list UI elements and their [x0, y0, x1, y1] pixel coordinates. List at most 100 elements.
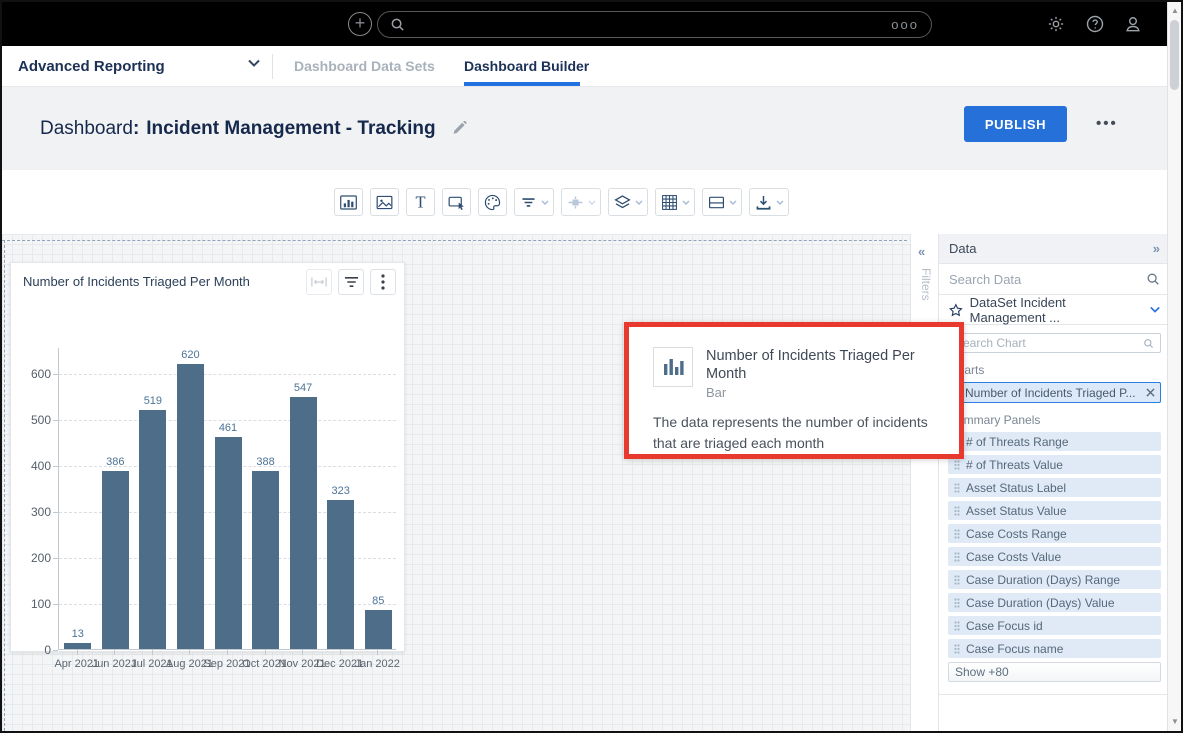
data-panel-header: Data »	[939, 234, 1170, 264]
drag-handle-icon[interactable]	[954, 529, 960, 539]
search-data-input[interactable]: Search Data	[939, 264, 1170, 295]
close-icon[interactable]	[1146, 388, 1155, 397]
bar[interactable]	[252, 471, 279, 649]
summary-panel-item-label: Case Duration (Days) Range	[966, 573, 1120, 587]
summary-panel-item[interactable]: Case Duration (Days) Range	[948, 570, 1161, 589]
bar[interactable]	[102, 471, 129, 649]
chevron-down-icon	[682, 200, 690, 205]
drag-handle-icon[interactable]	[954, 644, 960, 654]
page-scrollbar[interactable]: ▲ ▼	[1167, 2, 1181, 731]
bar[interactable]	[290, 397, 317, 649]
insert-chart-button[interactable]	[334, 188, 363, 216]
edit-pencil-icon[interactable]	[452, 121, 468, 137]
plus-circle-icon[interactable]: +	[348, 12, 372, 36]
drag-handle-icon[interactable]	[954, 552, 960, 562]
summary-panel-item[interactable]: Case Focus id	[948, 616, 1161, 635]
publish-button[interactable]: PUBLISH	[964, 106, 1067, 142]
summary-panel-item[interactable]: Case Costs Range	[948, 524, 1161, 543]
bar[interactable]	[327, 500, 354, 649]
y-axis-tick	[53, 604, 58, 605]
x-axis-tick	[77, 650, 78, 655]
export-menu-button[interactable]	[749, 188, 789, 216]
filter-menu-button[interactable]	[514, 188, 554, 216]
chart-menu-button[interactable]	[370, 269, 396, 295]
summary-panel-item-label: # of Threats Range	[966, 435, 1069, 449]
search-chart-input[interactable]: Search Chart	[948, 333, 1161, 353]
drag-handle-icon[interactable]	[954, 598, 960, 608]
bar[interactable]	[365, 610, 392, 649]
chart-info-callout: Number of Incidents Triaged Per Month Ba…	[624, 322, 964, 459]
bar[interactable]	[215, 437, 242, 649]
user-icon[interactable]	[1123, 14, 1143, 34]
header-more-menu[interactable]: •••	[1096, 115, 1118, 132]
builder-toolbar: T	[2, 170, 1181, 234]
filters-rail[interactable]: « Filters	[910, 234, 939, 731]
x-axis-tick	[114, 650, 115, 655]
scroll-down-icon[interactable]: ▼	[1168, 715, 1182, 729]
bar[interactable]	[139, 410, 166, 649]
summary-panel-item-label: Asset Status Value	[966, 504, 1067, 518]
bar-value-label: 85	[358, 595, 398, 607]
bar-value-label: 519	[133, 395, 173, 407]
chevron-down-icon[interactable]	[1150, 306, 1160, 313]
dashboard-canvas[interactable]: Number of Incidents Triaged Per Month 13…	[2, 234, 910, 731]
drag-handle-icon[interactable]	[954, 621, 960, 631]
global-search-input[interactable]: ooo	[377, 11, 932, 38]
layers-menu-button[interactable]	[608, 188, 648, 216]
summary-panel-item[interactable]: Asset Status Value	[948, 501, 1161, 520]
summary-panel-item[interactable]: # of Threats Range	[948, 432, 1161, 451]
insert-text-button[interactable]: T	[406, 188, 435, 216]
y-axis-tick-label: 0	[11, 643, 51, 657]
chevron-down-icon	[588, 200, 596, 205]
y-axis-tick	[53, 420, 58, 421]
chart-filter-button[interactable]	[338, 269, 364, 295]
callout-icon-box	[653, 347, 693, 387]
selected-chart-item[interactable]: Number of Incidents Triaged P...	[948, 382, 1161, 403]
resize-horizontal-icon	[311, 276, 327, 288]
y-axis-tick-label: 300	[11, 505, 51, 519]
summary-panel-item[interactable]: Case Duration (Days) Value	[948, 593, 1161, 612]
insert-image-button[interactable]	[370, 188, 399, 216]
bar[interactable]	[177, 364, 204, 649]
top-bar: + ooo	[2, 2, 1181, 46]
grid-menu-icon	[660, 193, 679, 212]
summary-panel-item[interactable]: Case Focus name	[948, 639, 1161, 658]
summary-panel-item[interactable]: Case Costs Value	[948, 547, 1161, 566]
callout-subtitle: Bar	[706, 385, 945, 400]
align-menu-button[interactable]	[561, 188, 601, 216]
bar-value-label: 323	[321, 485, 361, 497]
bar-value-label: 547	[283, 382, 323, 394]
resize-horizontal-button[interactable]	[306, 269, 332, 295]
grid-menu-button[interactable]	[655, 188, 695, 216]
drag-handle-icon[interactable]	[954, 575, 960, 585]
x-axis-tick-label: Jan 2022	[342, 658, 412, 670]
chart-widget[interactable]: Number of Incidents Triaged Per Month 13…	[10, 262, 405, 652]
app-switcher[interactable]: Advanced Reporting	[18, 46, 165, 87]
drag-handle-icon[interactable]	[954, 460, 960, 470]
x-axis-tick	[189, 650, 190, 655]
collapse-right-icon[interactable]: »	[1153, 241, 1160, 256]
canvas-selection-border	[2, 240, 907, 241]
x-axis-tick	[302, 650, 303, 655]
gear-icon[interactable]	[1046, 14, 1066, 34]
insert-shape-button[interactable]	[442, 188, 471, 216]
star-icon[interactable]	[949, 303, 963, 317]
show-more-button[interactable]: Show +80	[948, 662, 1161, 682]
search-overflow-dots[interactable]: ooo	[891, 17, 919, 32]
palette-button[interactable]	[478, 188, 507, 216]
tab-dashboard-builder[interactable]: Dashboard Builder	[464, 46, 589, 87]
dataset-selector[interactable]: DataSet Incident Management ...	[939, 295, 1170, 325]
help-icon[interactable]	[1085, 14, 1105, 34]
summary-panel-item[interactable]: # of Threats Value	[948, 455, 1161, 474]
callout-title: Number of Incidents Triaged Per Month	[706, 347, 945, 383]
drag-handle-icon[interactable]	[954, 483, 960, 493]
scrollbar-thumb[interactable]	[1170, 20, 1179, 90]
collapse-left-icon[interactable]: «	[918, 244, 925, 259]
insert-image-icon	[375, 193, 394, 212]
tab-dashboard-data-sets[interactable]: Dashboard Data Sets	[294, 46, 435, 87]
bar[interactable]	[64, 643, 91, 649]
drag-handle-icon[interactable]	[954, 506, 960, 516]
summary-panel-item[interactable]: Asset Status Label	[948, 478, 1161, 497]
scroll-up-icon[interactable]: ▲	[1168, 4, 1182, 18]
layout-menu-button[interactable]	[702, 188, 742, 216]
